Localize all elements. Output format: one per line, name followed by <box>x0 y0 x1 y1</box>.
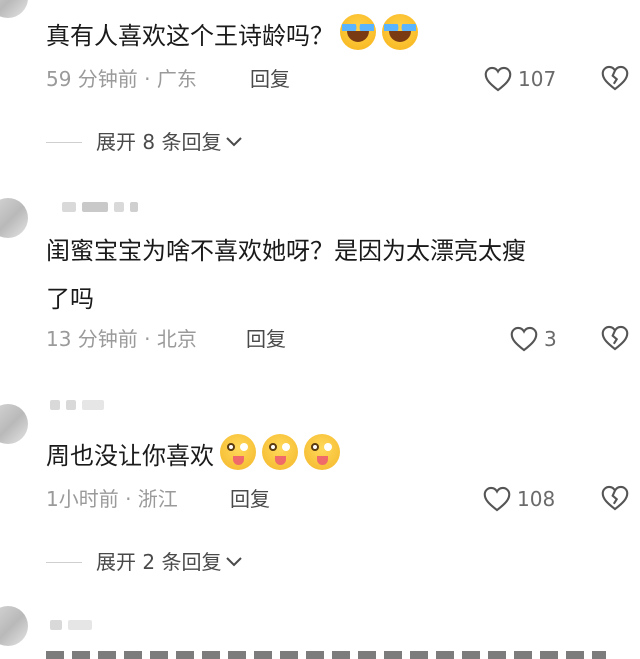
comment-body: 周也没让你喜欢 <box>46 442 214 470</box>
broken-heart-icon[interactable] <box>601 325 629 351</box>
chevron-down-icon <box>226 137 243 147</box>
comment-text: 真有人喜欢这个王诗龄吗？ <box>46 12 418 60</box>
comment-text: 闺蜜宝宝为啥不喜欢她呀？是因为太漂亮太瘦 了吗 <box>46 227 526 323</box>
comment-body-line: 闺蜜宝宝为啥不喜欢她呀？是因为太漂亮太瘦 <box>46 237 526 265</box>
avatar[interactable] <box>0 606 28 646</box>
like-count: 107 <box>518 67 557 91</box>
avatar[interactable] <box>0 198 28 238</box>
tongue-emoji-icon <box>304 434 340 470</box>
tongue-emoji-icon <box>220 434 256 470</box>
heart-icon <box>510 326 538 352</box>
comment-text: 周也没让你喜欢 <box>46 432 340 480</box>
expand-replies-label: 展开 2 条回复 <box>96 550 222 574</box>
reply-button[interactable]: 回复 <box>230 487 270 511</box>
broken-heart-icon[interactable] <box>601 485 629 511</box>
tongue-emoji-icon <box>262 434 298 470</box>
comment-time-location: 1小时前 · 浙江 <box>46 487 178 511</box>
broken-heart-icon[interactable] <box>601 65 629 91</box>
laugh-emoji-icon <box>340 14 376 50</box>
expand-replies-label: 展开 8 条回复 <box>96 130 222 154</box>
expand-replies-button[interactable]: 展开 8 条回复 <box>46 127 243 157</box>
avatar[interactable] <box>0 0 28 18</box>
reply-button[interactable]: 回复 <box>250 67 290 91</box>
comment-time-location: 13 分钟前 · 北京 <box>46 327 197 351</box>
chevron-down-icon <box>226 557 243 567</box>
heart-icon <box>483 486 511 512</box>
divider <box>46 141 82 143</box>
like-button[interactable]: 107 <box>484 64 556 94</box>
username <box>50 620 98 630</box>
heart-icon <box>484 66 512 92</box>
avatar[interactable] <box>0 404 28 444</box>
laugh-emoji-icon <box>382 14 418 50</box>
comment-body-line: 了吗 <box>46 285 94 313</box>
like-button[interactable]: 3 <box>510 324 557 354</box>
expand-replies-button[interactable]: 展开 2 条回复 <box>46 547 243 577</box>
reply-button[interactable]: 回复 <box>246 327 286 351</box>
like-button[interactable]: 108 <box>483 484 555 514</box>
like-count: 108 <box>517 487 556 511</box>
like-count: 3 <box>544 327 557 351</box>
divider <box>46 561 82 563</box>
username <box>62 202 144 212</box>
comment-text-partial <box>46 651 606 659</box>
comment-body: 真有人喜欢这个王诗龄吗？ <box>46 22 334 50</box>
comment-time-location: 59 分钟前 · 广东 <box>46 67 197 91</box>
username <box>50 400 110 410</box>
